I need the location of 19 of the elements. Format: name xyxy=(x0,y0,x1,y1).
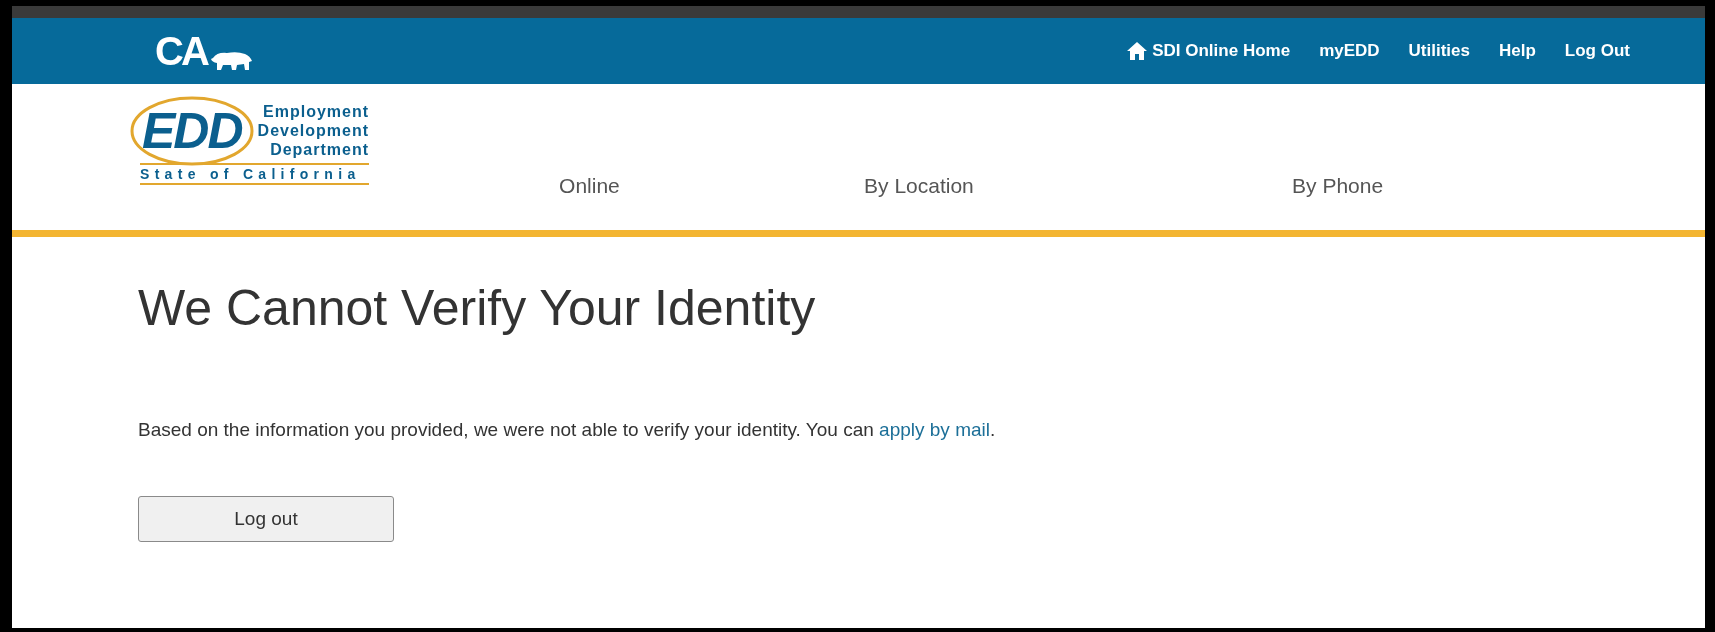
top-nav-link[interactable]: Log Out xyxy=(1564,38,1630,64)
apply-by-mail-link[interactable]: apply by mail xyxy=(879,418,990,440)
home-icon xyxy=(1126,41,1149,61)
message-text: Based on the information you provided, we were not able to verify your identity. You can apply by mail. xyxy=(138,417,997,442)
logo-text: Development xyxy=(257,121,370,140)
logo-text: Employment xyxy=(263,102,370,121)
logo-tagline: State of California xyxy=(140,163,370,185)
ca-logo[interactable]: CA xyxy=(155,31,207,71)
ellipse-icon xyxy=(130,95,254,166)
top-nav-link[interactable]: Utilities xyxy=(1408,38,1470,64)
nav-link[interactable]: By Location xyxy=(864,170,1293,202)
nav-link[interactable]: By Phone xyxy=(1292,170,1493,202)
top-nav-link[interactable]: Help xyxy=(1499,38,1536,64)
logo-text: Department xyxy=(270,140,370,159)
log-out-button[interactable]: Log out xyxy=(138,496,394,542)
page-heading: We Cannot Verify Your Identity xyxy=(138,279,817,338)
top-nav-link[interactable]: myEDD xyxy=(1319,38,1380,64)
top-nav-link[interactable]: SDI Online Home xyxy=(1126,38,1291,64)
nav-link[interactable]: Online xyxy=(559,170,865,202)
